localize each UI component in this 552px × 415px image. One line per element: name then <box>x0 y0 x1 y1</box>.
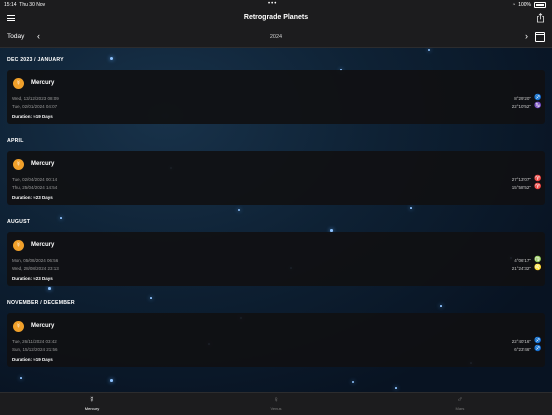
multitask-dots-icon: ••• <box>268 1 278 7</box>
start-date: Wed, 13/12/2023 08:09 <box>12 96 59 101</box>
tab-label: Venus <box>270 406 282 411</box>
share-icon[interactable] <box>536 13 545 23</box>
retrograde-card[interactable]: ☿ Mercury Tue, 02/04/2024 00:14 Thu, 25/… <box>7 151 545 205</box>
aries-icon: ♈ <box>534 176 542 182</box>
aries-icon: ♈ <box>534 184 542 190</box>
navigation-bar: Retrograde Planets <box>0 9 552 27</box>
end-degree: 15°58'52" <box>511 185 531 190</box>
chevron-right-icon[interactable]: › <box>525 31 528 41</box>
end-degree: 6°23'46" <box>514 347 531 352</box>
status-time: 15:14 Thu 30 Nov <box>4 2 46 8</box>
section-header: APRIL <box>7 138 24 144</box>
sagittarius-icon: ♐ <box>534 338 542 344</box>
retrograde-card[interactable]: ☿ Mercury Mon, 05/08/2024 06:56 Wed, 28/… <box>7 232 545 286</box>
tab-mars[interactable]: ♂ Mars <box>440 395 480 411</box>
end-date: Tue, 02/01/2024 04:07 <box>12 104 58 109</box>
mercury-symbol-icon: ☿ <box>13 321 24 332</box>
section-header: NOVEMBER / DECEMBER <box>7 300 75 306</box>
page-title: Retrograde Planets <box>243 14 309 21</box>
duration: Duration: ≈19 Days <box>12 114 53 119</box>
venus-icon: ♀ <box>273 395 279 404</box>
start-date: Tue, 02/04/2024 00:14 <box>12 177 58 182</box>
duration: Duration: ≈23 Days <box>12 195 53 200</box>
virgo-icon: ♍ <box>534 257 542 263</box>
mercury-icon: ☿ <box>89 395 95 404</box>
mercury-symbol-icon: ☿ <box>13 78 24 89</box>
section-header: DEC 2023 / JANUARY <box>7 57 64 63</box>
mars-icon: ♂ <box>457 395 463 404</box>
tab-label: Mercury <box>84 406 100 411</box>
battery-icon <box>534 2 546 8</box>
wifi-icon: ◔ <box>512 2 516 8</box>
capricorn-icon: ♑ <box>534 103 542 109</box>
start-degree: 27°13'07" <box>511 177 531 182</box>
year-label: 2024 <box>269 34 283 40</box>
mercury-symbol-icon: ☿ <box>13 240 24 251</box>
leo-icon: ♌ <box>534 265 542 271</box>
tab-mercury[interactable]: ☿ Mercury <box>72 395 112 411</box>
planet-name: Mercury <box>31 80 55 86</box>
start-date: Mon, 05/08/2024 06:56 <box>12 258 59 263</box>
calendar-icon[interactable] <box>535 32 545 42</box>
status-bar: 15:14 Thu 30 Nov ••• ◔ 100% <box>0 0 552 9</box>
tab-venus[interactable]: ♀ Venus <box>256 395 296 411</box>
duration: Duration: ≈23 Days <box>12 276 53 281</box>
end-degree: 21°24'32" <box>511 266 531 271</box>
planet-name: Mercury <box>31 242 55 248</box>
tab-label: Mars <box>455 406 465 411</box>
planet-name: Mercury <box>31 161 55 167</box>
duration: Duration: ≈19 Days <box>12 357 53 362</box>
start-degree: 8°29'20" <box>514 96 531 101</box>
mercury-symbol-icon: ☿ <box>13 159 24 170</box>
battery-percent: 100% <box>518 2 531 8</box>
end-degree: 22°10'52" <box>511 104 531 109</box>
retrograde-card[interactable]: ☿ Mercury Tue, 26/11/2024 03:42 Sun, 15/… <box>7 313 545 367</box>
end-date: Thu, 25/04/2024 14:54 <box>12 185 58 190</box>
planet-name: Mercury <box>31 323 55 329</box>
status-right: ◔ 100% <box>512 2 546 8</box>
end-date: Sun, 15/12/2024 21:56 <box>12 347 58 352</box>
sagittarius-icon: ♐ <box>534 346 542 352</box>
start-date: Tue, 26/11/2024 03:42 <box>12 339 57 344</box>
sagittarius-icon: ♐ <box>534 95 542 101</box>
tab-bar: ☿ Mercury ♀ Venus ♂ Mars <box>0 392 552 415</box>
section-header: AUGUST <box>7 219 31 225</box>
date-navigation-bar: Today ‹ 2024 › <box>0 27 552 48</box>
end-date: Wed, 28/08/2024 23:13 <box>12 266 59 271</box>
retrograde-card[interactable]: ☿ Mercury Wed, 13/12/2023 08:09 Tue, 02/… <box>7 70 545 124</box>
start-degree: 4°06'17" <box>514 258 531 263</box>
start-degree: 22°40'16" <box>511 339 531 344</box>
